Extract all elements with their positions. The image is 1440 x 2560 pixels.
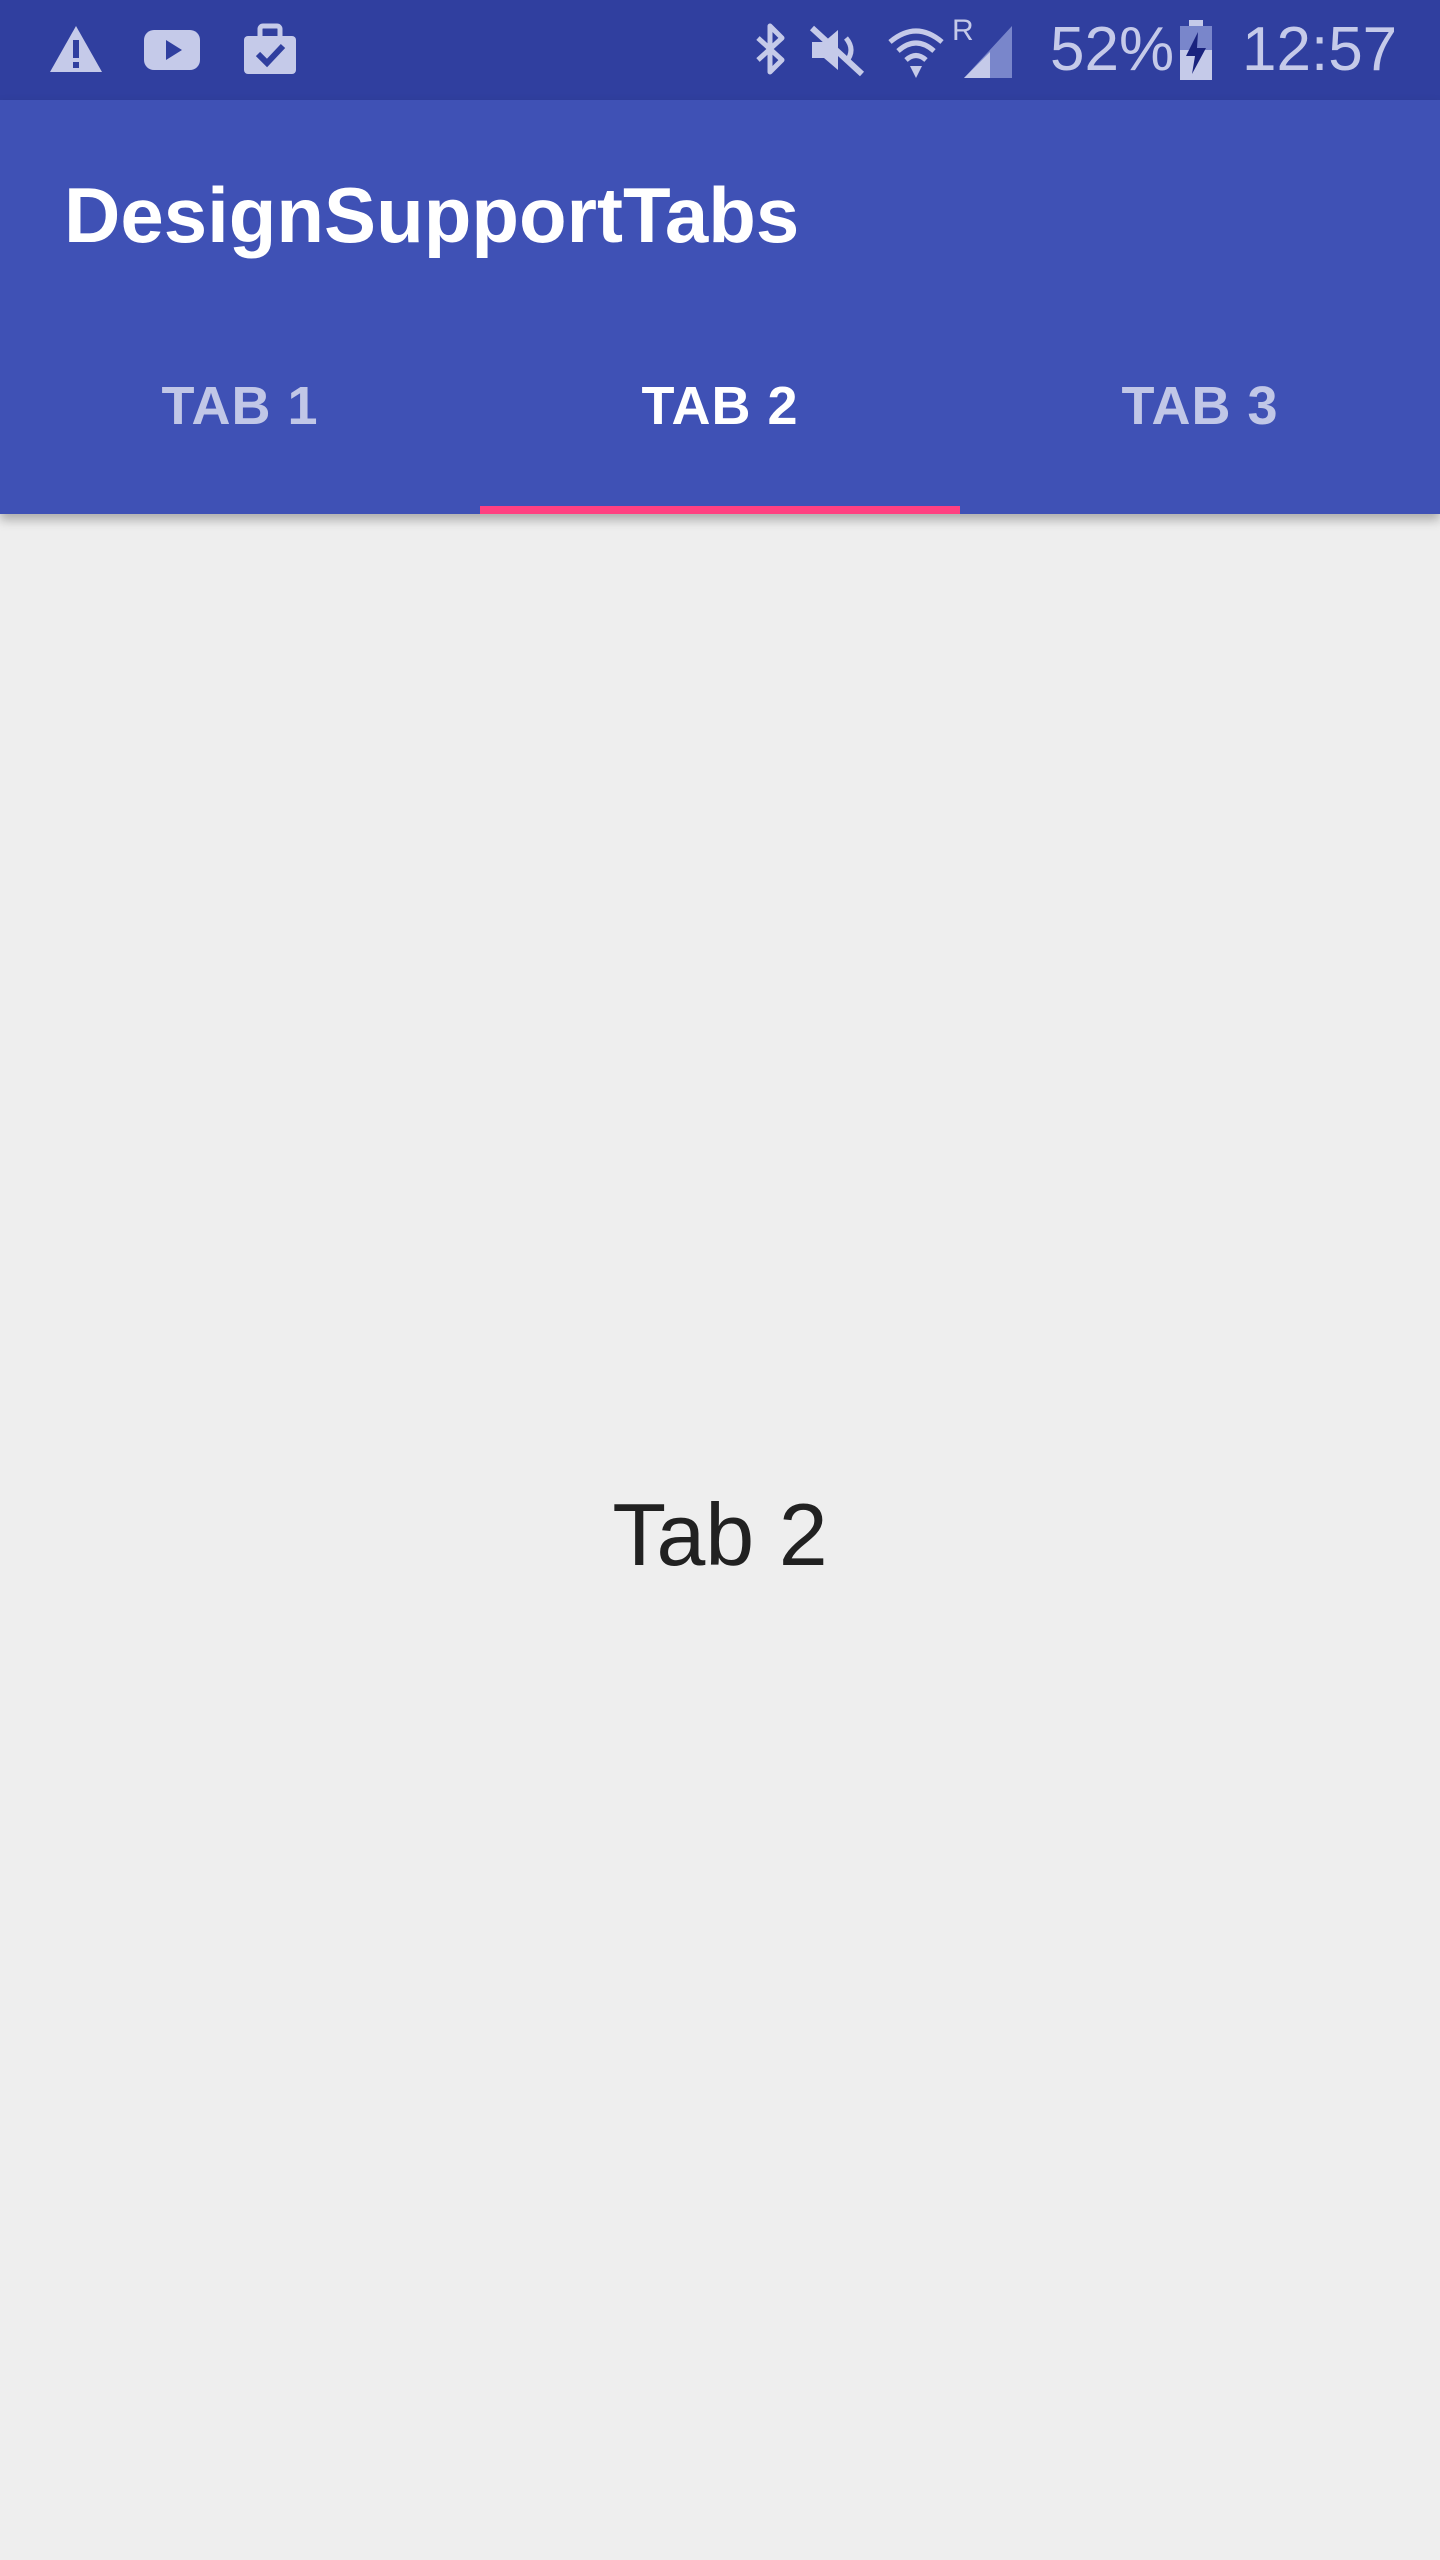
tab-3[interactable]: TAB 3 xyxy=(960,324,1440,514)
clock: 12:57 xyxy=(1242,15,1398,84)
tab-2[interactable]: TAB 2 xyxy=(480,324,960,514)
youtube-icon xyxy=(144,30,200,70)
tab-content-label: Tab 2 xyxy=(612,1485,828,1584)
roaming-indicator: R xyxy=(952,14,974,47)
tab-1[interactable]: TAB 1 xyxy=(0,324,480,514)
screen: R 52% 12:57 DesignSupportTabs TAB 1 TAB … xyxy=(0,0,1440,2560)
selected-tab-indicator xyxy=(480,506,960,514)
tab-1-label: TAB 1 xyxy=(161,376,319,436)
battery-charging-icon xyxy=(1180,20,1212,80)
warning-icon xyxy=(50,26,102,72)
tab-bar: TAB 1 TAB 2 TAB 3 xyxy=(0,324,1440,514)
mute-icon xyxy=(809,25,865,77)
tab-3-label: TAB 3 xyxy=(1121,376,1279,436)
tab-content: Tab 2 xyxy=(0,514,1440,2560)
bluetooth-icon xyxy=(756,23,785,75)
status-bar: R 52% 12:57 xyxy=(0,0,1440,100)
battery-percent: 52% xyxy=(1050,15,1175,84)
tab-2-label: TAB 2 xyxy=(641,376,799,436)
app-title: DesignSupportTabs xyxy=(64,171,800,259)
app-bar: DesignSupportTabs TAB 1 TAB 2 TAB 3 xyxy=(0,100,1440,514)
work-briefcase-icon xyxy=(244,23,296,74)
wifi-icon xyxy=(888,28,944,78)
